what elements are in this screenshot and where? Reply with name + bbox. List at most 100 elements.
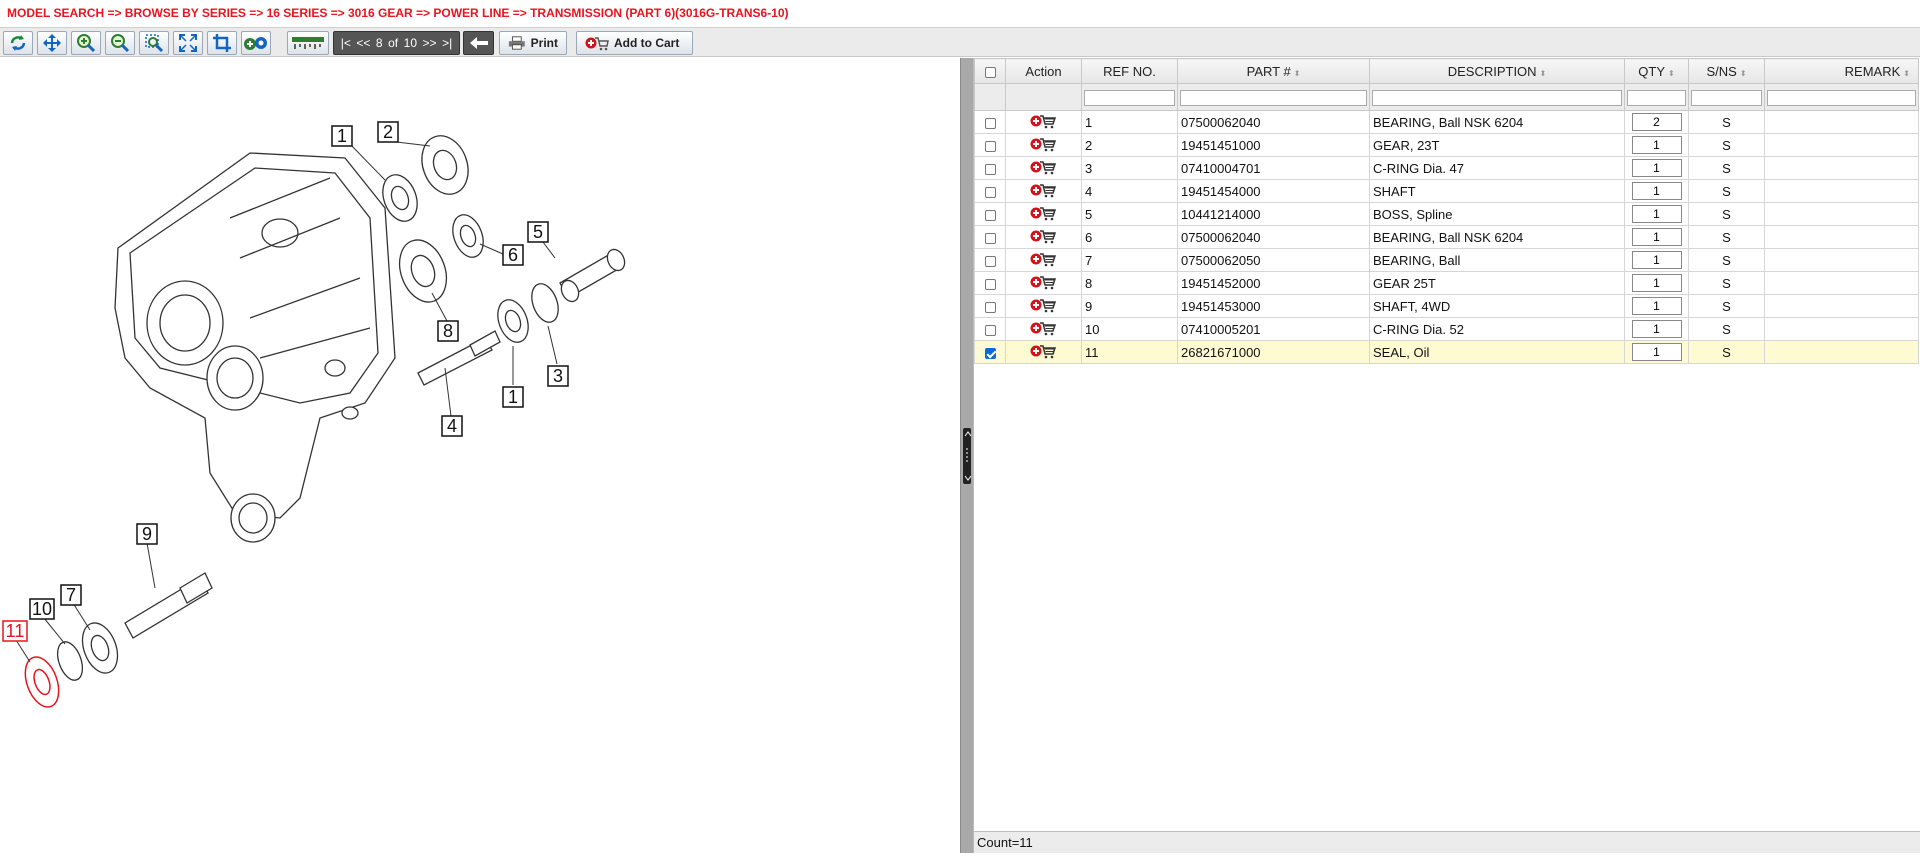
filter-description[interactable] (1372, 89, 1622, 106)
add-to-cart-icon[interactable] (1030, 252, 1058, 270)
sns-cell: S (1688, 340, 1765, 364)
table-row[interactable]: 1007410005201C-RING Dia. 52 S (974, 317, 1919, 341)
add-to-cart-icon[interactable] (1030, 206, 1058, 224)
col-part-no[interactable]: PART # ⬍ (1177, 58, 1370, 84)
table-row[interactable]: 707500062050BEARING, Ball S (974, 248, 1919, 272)
row-checkbox[interactable] (984, 255, 996, 267)
part-no-cell: 07410004701 (1177, 156, 1370, 180)
fit-icon[interactable] (173, 31, 203, 55)
table-row[interactable]: 510441214000BOSS, Spline S (974, 202, 1919, 226)
table-row[interactable]: 307410004701C-RING Dia. 47 S (974, 156, 1919, 180)
prev-page-button[interactable]: << (356, 36, 370, 50)
row-checkbox[interactable] (984, 301, 996, 313)
sns-cell: S (1688, 202, 1765, 226)
row-checkbox[interactable] (984, 232, 996, 244)
qty-input[interactable] (1631, 136, 1682, 154)
exploded-view-drawing[interactable]: 1 2 6 5 8 1 3 4 9 7 10 11 (0, 58, 960, 853)
remark-cell (1764, 156, 1919, 180)
ruler-icon[interactable] (287, 31, 329, 55)
qty-input[interactable] (1631, 228, 1682, 246)
callout-4: 4 (441, 415, 463, 437)
row-checkbox[interactable] (984, 117, 996, 129)
crop-icon[interactable] (207, 31, 237, 55)
filter-qty[interactable] (1627, 89, 1686, 106)
add-to-cart-icon[interactable] (1030, 321, 1058, 339)
part-no-cell: 19451454000 (1177, 179, 1370, 203)
table-row[interactable]: 819451452000GEAR 25T S (974, 271, 1919, 295)
add-to-cart-button[interactable]: Add to Cart (576, 31, 693, 55)
table-row[interactable]: 419451454000SHAFT S (974, 179, 1919, 203)
qty-input[interactable] (1631, 113, 1682, 131)
first-page-button[interactable]: |< (341, 36, 351, 50)
table-row[interactable]: 919451453000SHAFT, 4WD S (974, 294, 1919, 318)
qty-input[interactable] (1631, 159, 1682, 177)
add-to-cart-icon[interactable] (1030, 160, 1058, 178)
qty-input[interactable] (1631, 182, 1682, 200)
sns-cell: S (1688, 110, 1765, 134)
back-button[interactable] (463, 31, 494, 55)
add-to-cart-icon[interactable] (1030, 229, 1058, 247)
col-description[interactable]: DESCRIPTION ⬍ (1369, 58, 1625, 84)
qty-input[interactable] (1631, 205, 1682, 223)
col-sns[interactable]: S/NS ⬍ (1688, 58, 1765, 84)
ref-no-cell: 7 (1081, 248, 1178, 272)
add-to-cart-icon[interactable] (1030, 137, 1058, 155)
row-checkbox[interactable] (984, 140, 996, 152)
table-row[interactable]: 1126821671000SEAL, Oil S (974, 340, 1919, 364)
sns-cell: S (1688, 294, 1765, 318)
breadcrumb[interactable]: MODEL SEARCH => BROWSE BY SERIES => 16 S… (0, 0, 1920, 26)
table-row[interactable]: 107500062040BEARING, Ball NSK 6204 S (974, 110, 1919, 134)
add-to-cart-icon[interactable] (1030, 298, 1058, 316)
zoom-in-icon[interactable] (71, 31, 101, 55)
filter-part-no[interactable] (1180, 89, 1367, 106)
col-remark[interactable]: REMARK ⬍ (1764, 58, 1919, 84)
qty-input[interactable] (1631, 297, 1682, 315)
select-all-checkbox[interactable] (984, 66, 996, 78)
table-row[interactable]: 219451451000GEAR, 23T S (974, 133, 1919, 157)
row-checkbox[interactable] (984, 278, 996, 290)
filter-row (974, 83, 1919, 111)
col-ref-no-label: REF NO. (1103, 63, 1156, 79)
zoom-out-icon[interactable] (105, 31, 135, 55)
last-page-button[interactable]: >| (442, 36, 452, 50)
move-icon[interactable] (37, 31, 67, 55)
qty-input[interactable] (1631, 343, 1682, 361)
col-part-no-label: PART # (1246, 63, 1291, 79)
row-checkbox[interactable] (984, 324, 996, 336)
row-checkbox[interactable] (984, 209, 996, 221)
panel-splitter[interactable] (960, 58, 973, 853)
filter-sns[interactable] (1691, 89, 1762, 106)
parts-diagram[interactable]: 1 2 6 5 8 1 3 4 9 7 10 11 (0, 58, 960, 853)
qty-input[interactable] (1631, 251, 1682, 269)
select-all-cell[interactable] (974, 58, 1006, 84)
filter-ref-no[interactable] (1084, 89, 1175, 106)
settings-icon[interactable] (241, 31, 271, 55)
qty-input[interactable] (1631, 320, 1682, 338)
table-header-row: Action REF NO. PART # ⬍ DESCRIPTION ⬍ QTY ⬍… (974, 58, 1919, 84)
row-checkbox[interactable] (984, 186, 996, 198)
back-arrow-icon (469, 37, 488, 49)
callout-9: 9 (136, 523, 158, 545)
row-checkbox[interactable] (984, 163, 996, 175)
filter-remark[interactable] (1767, 89, 1916, 106)
zoom-area-icon[interactable] (139, 31, 169, 55)
collapse-toggle[interactable] (963, 428, 972, 484)
print-button[interactable]: Print (499, 31, 567, 55)
qty-input[interactable] (1631, 274, 1682, 292)
current-page[interactable]: 8 (376, 36, 383, 50)
refresh-icon[interactable] (3, 31, 33, 55)
description-cell: BEARING, Ball NSK 6204 (1369, 110, 1625, 134)
add-to-cart-icon[interactable] (1030, 275, 1058, 293)
ref-no-cell: 1 (1081, 110, 1178, 134)
col-qty[interactable]: QTY ⬍ (1624, 58, 1689, 84)
sort-icon: ⬍ (1668, 68, 1675, 78)
add-to-cart-icon[interactable] (1030, 344, 1058, 362)
next-page-button[interactable]: >> (423, 36, 437, 50)
row-checkbox[interactable] (984, 347, 996, 359)
ref-no-cell: 5 (1081, 202, 1178, 226)
table-row[interactable]: 607500062040BEARING, Ball NSK 6204 S (974, 225, 1919, 249)
col-ref-no[interactable]: REF NO. (1081, 58, 1178, 84)
add-to-cart-icon[interactable] (1030, 183, 1058, 201)
add-to-cart-icon[interactable] (1030, 114, 1058, 132)
col-action: Action (1005, 58, 1082, 84)
